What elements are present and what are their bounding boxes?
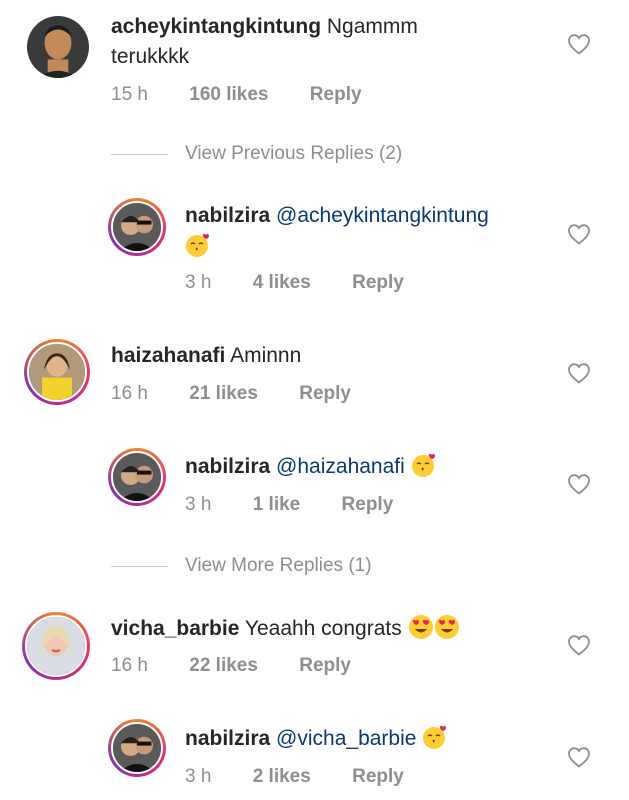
comment-likes[interactable]: 1 like [253, 494, 301, 515]
mention-link[interactable]: @vicha_barbie [276, 727, 416, 750]
kissing-face-emoji [422, 724, 448, 750]
comment-likes[interactable]: 2 likes [253, 766, 311, 787]
comment-username[interactable]: nabilzira [185, 455, 270, 478]
avatar[interactable] [108, 448, 166, 506]
comment-text: nabilzira @vicha_barbie [185, 724, 448, 754]
avatar[interactable] [108, 198, 166, 256]
kissing-face-emoji [411, 452, 437, 478]
comment-text: haizahanafi Aminnn [111, 341, 301, 371]
heart-outline-icon[interactable] [567, 634, 591, 656]
heart-outline-icon[interactable] [567, 746, 591, 768]
mention-link[interactable]: @haizahanafi [276, 455, 405, 478]
comment-username[interactable]: nabilzira [185, 204, 270, 227]
comment-meta: 16 h 21 likes Reply [111, 383, 387, 405]
comment-body: Yeaahh congrats [244, 617, 402, 640]
comment-body: Ngammm [326, 15, 418, 38]
heart-outline-icon[interactable] [567, 33, 591, 55]
comment-username[interactable]: vicha_barbie [111, 617, 239, 640]
heart-eyes-emoji [408, 614, 434, 640]
comment-username[interactable]: haizahanafi [111, 344, 225, 367]
comment-text: nabilzira @haizahanafi [185, 452, 437, 482]
comment-time: 3 h [185, 272, 212, 293]
comment-likes[interactable]: 21 likes [189, 383, 258, 404]
comment-likes[interactable]: 160 likes [189, 84, 268, 105]
reply-button[interactable]: Reply [352, 272, 404, 293]
heart-outline-icon[interactable] [567, 473, 591, 495]
comment-meta: 15 h 160 likes Reply [111, 84, 398, 106]
comment-meta: 16 h 22 likes Reply [111, 655, 387, 677]
avatar[interactable] [24, 339, 90, 405]
reply-button[interactable]: Reply [299, 383, 351, 404]
comment-text: acheykintangkintung Ngammm [111, 12, 418, 42]
mention-link[interactable]: @acheykintangkintung [276, 204, 489, 227]
comment-body: Aminnn [230, 344, 302, 367]
comment-text: vicha_barbie Yeaahh congrats [111, 614, 460, 644]
avatar[interactable] [27, 16, 89, 78]
comment-body-continued: terukkkk [111, 45, 190, 68]
comment-time: 16 h [111, 655, 148, 676]
reply-button[interactable]: Reply [352, 766, 404, 787]
comment-meta: 3 h 4 likes Reply [185, 272, 440, 294]
view-more-replies-button[interactable]: View More Replies (1) [185, 555, 372, 577]
kissing-face-emoji [185, 232, 211, 258]
comment-likes[interactable]: 22 likes [189, 655, 258, 676]
heart-outline-icon[interactable] [567, 223, 591, 245]
comment-meta: 3 h 2 likes Reply [185, 766, 440, 788]
heart-eyes-emoji [434, 614, 460, 640]
replies-divider [111, 154, 168, 155]
view-previous-replies-button[interactable]: View Previous Replies (2) [185, 143, 402, 165]
comment-time: 3 h [185, 494, 212, 515]
comment-body [185, 232, 211, 262]
reply-button[interactable]: Reply [310, 84, 362, 105]
comment-username[interactable]: nabilzira [185, 727, 270, 750]
reply-button[interactable]: Reply [342, 494, 394, 515]
replies-divider [111, 566, 168, 567]
comment-likes[interactable]: 4 likes [253, 272, 311, 293]
comment-time: 16 h [111, 383, 148, 404]
reply-button[interactable]: Reply [299, 655, 351, 676]
comment-username[interactable]: acheykintangkintung [111, 15, 321, 38]
comment-meta: 3 h 1 like Reply [185, 494, 429, 516]
comment-time: 3 h [185, 766, 212, 787]
comment-time: 15 h [111, 84, 148, 105]
avatar[interactable] [108, 719, 166, 777]
comment-text: nabilzira @acheykintangkintung [185, 201, 489, 231]
avatar[interactable] [22, 612, 90, 680]
heart-outline-icon[interactable] [567, 362, 591, 384]
